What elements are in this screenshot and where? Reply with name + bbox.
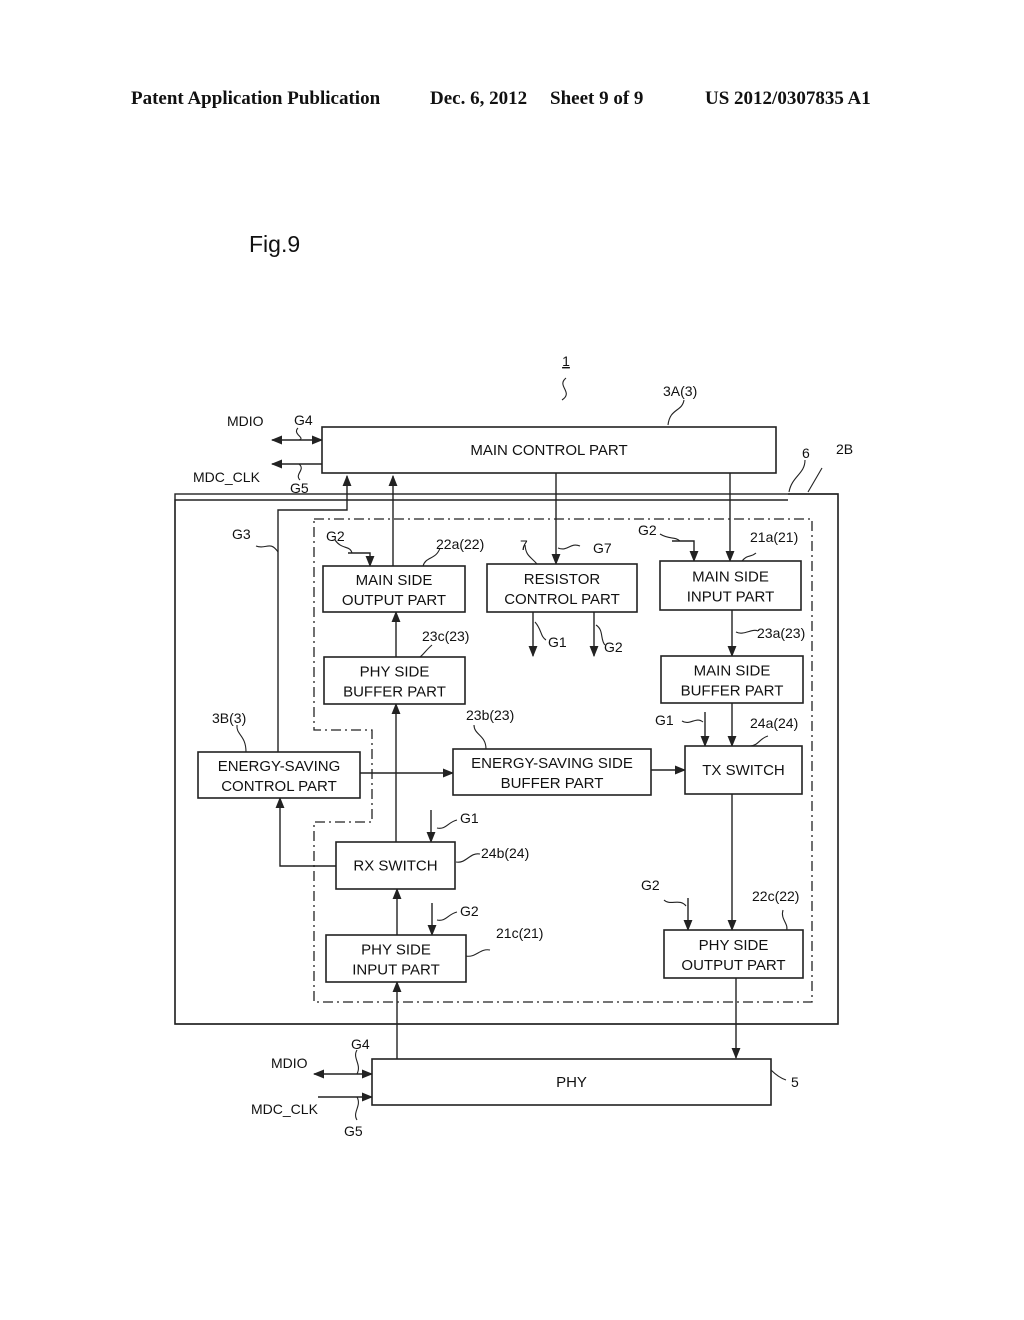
- g4-label-top: G4: [294, 412, 313, 428]
- resistor-control-label-line1: RESISTOR: [524, 571, 601, 588]
- main-side-buffer-block: MAIN SIDE BUFFER PART: [660, 655, 804, 704]
- phy-ref: 5: [791, 1074, 799, 1090]
- tx-switch-label: TX SWITCH: [702, 762, 785, 779]
- main-control-label: MAIN CONTROL PART: [470, 442, 627, 459]
- g2-label-phy-input: G2: [460, 903, 479, 919]
- energy-saving-control-label-line1: ENERGY-SAVING: [218, 758, 341, 775]
- main-side-output-label-line1: MAIN SIDE: [356, 572, 433, 589]
- resistor-control-block: RESISTOR CONTROL PART: [486, 563, 638, 613]
- g2-label-phy-output: G2: [641, 877, 660, 893]
- energy-saving-buffer-block: ENERGY-SAVING SIDE BUFFER PART: [452, 748, 652, 796]
- phy-side-buffer-label-line1: PHY SIDE: [360, 664, 430, 681]
- g1-label-tx: G1: [655, 712, 674, 728]
- mdio-label-bottom: MDIO: [271, 1055, 308, 1071]
- energy-saving-buffer-label-line2: BUFFER PART: [501, 775, 604, 792]
- resistor-control-ref: 7: [520, 537, 528, 553]
- main-control-block: MAIN CONTROL PART: [321, 426, 777, 474]
- phy-side-output-label-line1: PHY SIDE: [699, 937, 769, 954]
- energy-saving-buffer-ref: 23b(23): [466, 707, 514, 723]
- rx-switch-label: RX SWITCH: [353, 858, 437, 875]
- rx-switch-ref: 24b(24): [481, 845, 529, 861]
- energy-saving-control-ref: 3B(3): [212, 710, 246, 726]
- g2-label-resistor: G2: [604, 639, 623, 655]
- system-ref: 1: [562, 353, 570, 369]
- phy-side-input-label-line2: INPUT PART: [352, 962, 440, 979]
- g7-label: G7: [593, 540, 612, 556]
- phy-block: PHY: [371, 1058, 772, 1106]
- main-side-input-label-line2: INPUT PART: [687, 589, 775, 606]
- phy-side-buffer-label-line2: BUFFER PART: [343, 684, 446, 701]
- g3-label: G3: [232, 526, 251, 542]
- main-side-buffer-label-line1: MAIN SIDE: [694, 663, 771, 680]
- g1-label-rx: G1: [460, 810, 479, 826]
- g4-label-bottom: G4: [351, 1036, 370, 1052]
- main-side-output-ref: 22a(22): [436, 536, 484, 552]
- g2-label-main-input: G2: [638, 522, 657, 538]
- outer-frame-ref: 6: [802, 445, 810, 461]
- main-side-buffer-ref: 23a(23): [757, 625, 805, 641]
- g1-label-resistor: G1: [548, 634, 567, 650]
- block-diagram: MAIN CONTROL PART MAIN SIDE OUTPUT PART RES…: [174, 353, 853, 1139]
- energy-saving-control-label-line2: CONTROL PART: [221, 778, 337, 795]
- phy-side-buffer-ref: 23c(23): [422, 628, 469, 644]
- tx-switch-ref: 24a(24): [750, 715, 798, 731]
- mdc-clk-label-top: MDC_CLK: [193, 469, 261, 485]
- energy-saving-control-block: ENERGY-SAVING CONTROL PART: [197, 751, 361, 799]
- mdc-clk-label-bottom: MDC_CLK: [251, 1101, 319, 1117]
- phy-side-output-ref: 22c(22): [752, 888, 799, 904]
- main-side-output-label-line2: OUTPUT PART: [342, 592, 446, 609]
- main-control-ref: 3A(3): [663, 383, 697, 399]
- main-side-input-block: MAIN SIDE INPUT PART: [659, 560, 802, 611]
- mdio-label-top: MDIO: [227, 413, 264, 429]
- g5-label-bottom: G5: [344, 1123, 363, 1139]
- g5-label-top: G5: [290, 480, 309, 496]
- rx-switch-block: RX SWITCH: [335, 841, 456, 890]
- main-side-buffer-label-line2: BUFFER PART: [681, 683, 784, 700]
- resistor-control-label-line2: CONTROL PART: [504, 591, 620, 608]
- dashed-frame-ref: 2B: [836, 441, 853, 457]
- phy-side-buffer-block: PHY SIDE BUFFER PART: [323, 656, 466, 705]
- phy-label: PHY: [556, 1074, 587, 1091]
- energy-saving-buffer-label-line1: ENERGY-SAVING SIDE: [471, 755, 633, 772]
- phy-side-input-ref: 21c(21): [496, 925, 543, 941]
- main-side-input-ref: 21a(21): [750, 529, 798, 545]
- phy-side-output-label-line2: OUTPUT PART: [681, 957, 785, 974]
- phy-side-input-block: PHY SIDE INPUT PART: [325, 934, 467, 983]
- tx-switch-block: TX SWITCH: [684, 745, 803, 795]
- phy-side-output-block: PHY SIDE OUTPUT PART: [663, 929, 804, 979]
- phy-side-input-label-line1: PHY SIDE: [361, 942, 431, 959]
- main-side-input-label-line1: MAIN SIDE: [692, 569, 769, 586]
- g2-label-main-output: G2: [326, 528, 345, 544]
- main-side-output-block: MAIN SIDE OUTPUT PART: [322, 565, 466, 613]
